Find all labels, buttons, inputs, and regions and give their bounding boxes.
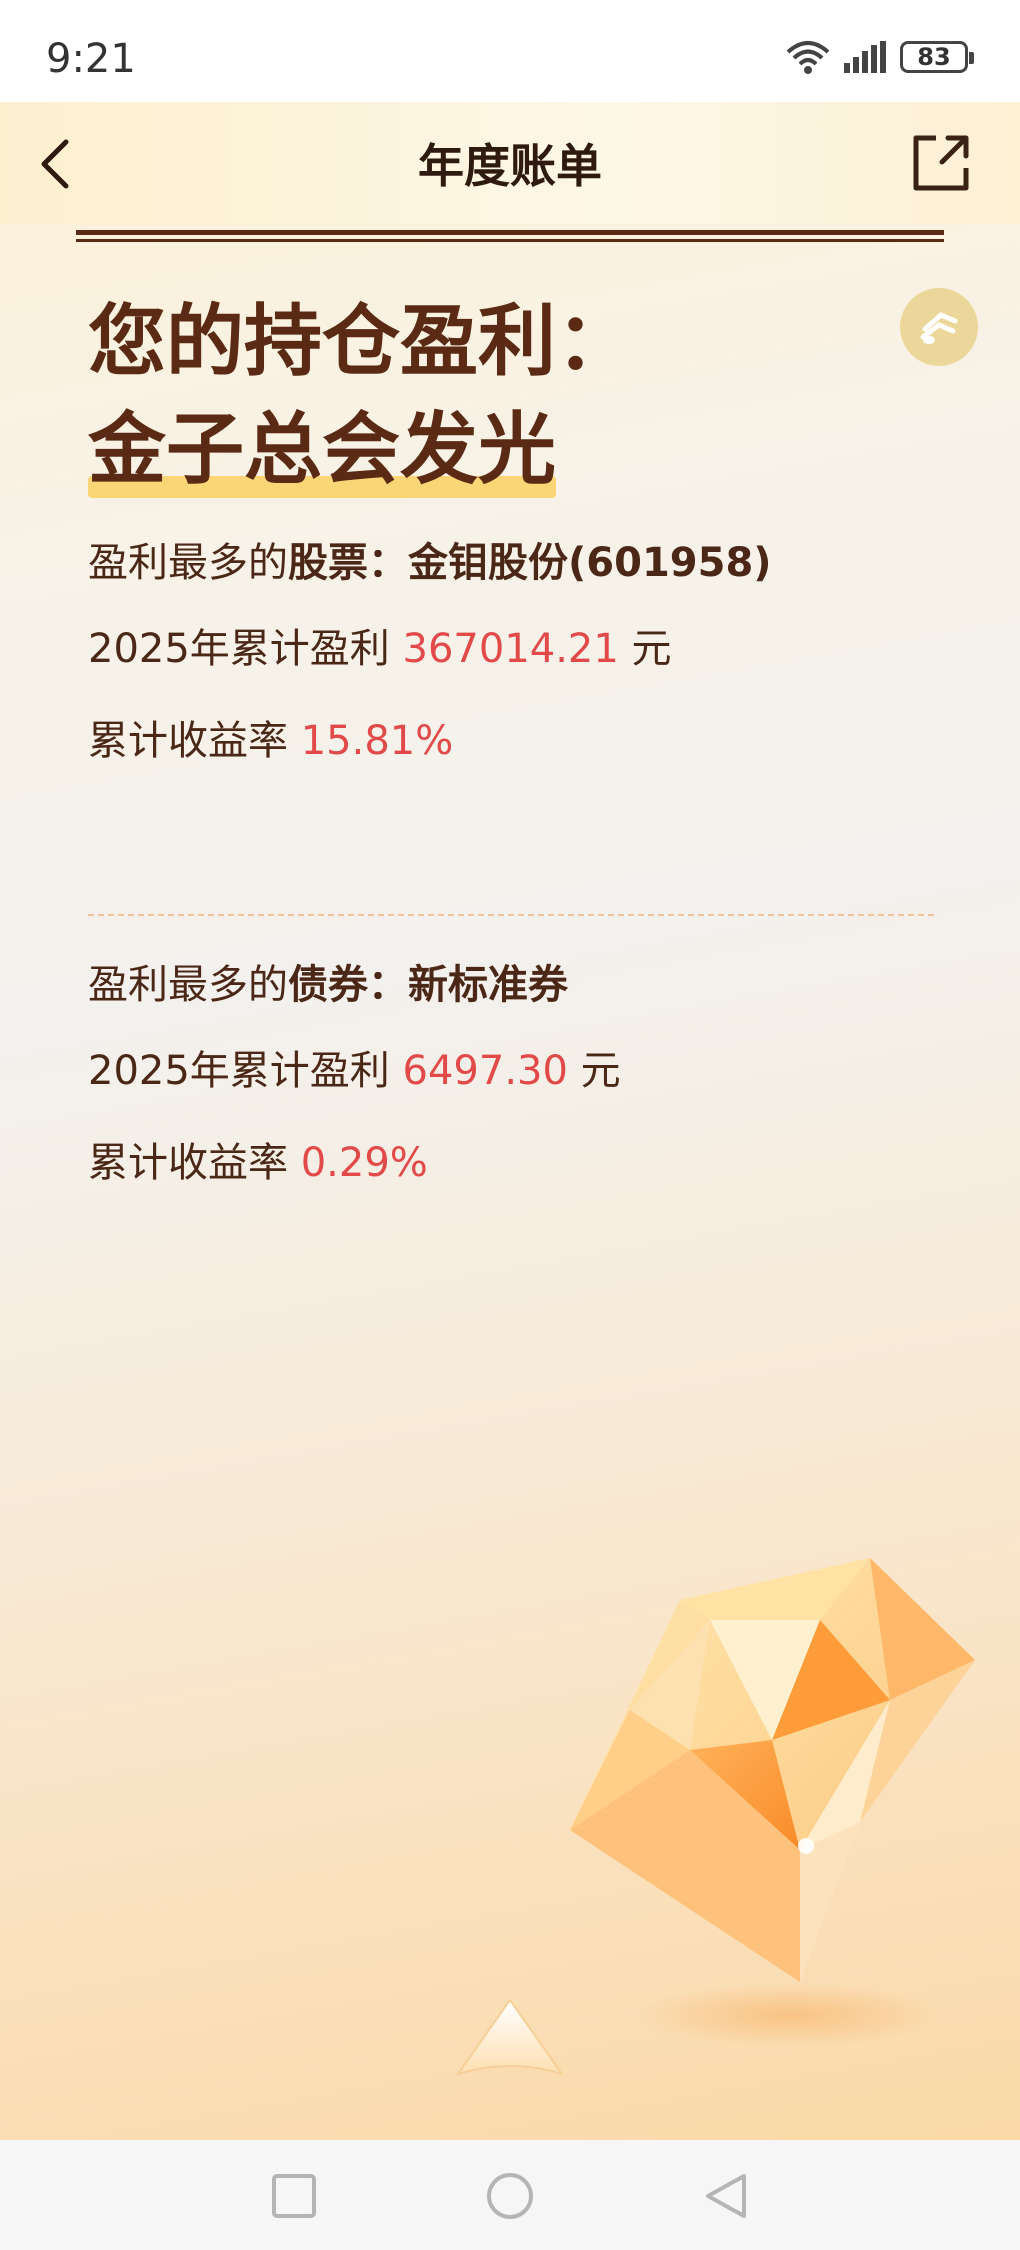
- stock-label-bold: 股票：: [288, 540, 408, 586]
- bond-profit: 2025年累计盈利 6497.30 元: [88, 1038, 621, 1096]
- stock-rate-value: 15.81%: [300, 718, 454, 764]
- headline: 您的持仓盈利： 金子总会发光: [88, 288, 634, 504]
- bond-rate-value: 0.29%: [300, 1140, 428, 1186]
- bond-label-bold: 债券：: [288, 962, 408, 1008]
- bond-rate: 累计收益率 0.29%: [88, 1130, 428, 1188]
- stock-title: 盈利最多的股票：金钼股份(601958): [88, 530, 772, 588]
- section-divider: [88, 914, 934, 916]
- battery-icon: 83: [900, 41, 974, 73]
- stock-profit-label: 2025年累计盈利: [88, 626, 390, 672]
- share-icon[interactable]: [910, 132, 972, 194]
- bond-rate-label: 累计收益率: [88, 1140, 288, 1186]
- annual-bill-page: 年度账单 您的持仓盈利： 金子总会发光 盈利最多的股票：金钼股份(601958)…: [0, 102, 1020, 2140]
- stock-rate: 累计收益率 15.81%: [88, 708, 453, 766]
- signal-icon: [844, 41, 886, 73]
- status-bar: 9:21 83: [0, 0, 1020, 102]
- bond-profit-label: 2025年累计盈利: [88, 1048, 390, 1094]
- swipe-up-arrow-icon[interactable]: [454, 1996, 566, 2088]
- stock-rate-label: 累计收益率: [88, 718, 288, 764]
- diamond-illustration: [570, 1558, 975, 2047]
- bond-profit-value: 6497.30: [402, 1048, 568, 1094]
- stock-name: 金钼股份(601958): [408, 540, 772, 586]
- music-note-icon[interactable]: [900, 288, 978, 366]
- bond-title: 盈利最多的债券：新标准券: [88, 952, 568, 1010]
- stock-profit: 2025年累计盈利 367014.21 元: [88, 616, 672, 674]
- bond-profit-unit: 元: [580, 1048, 621, 1094]
- stock-profit-unit: 元: [631, 626, 672, 672]
- bond-label-prefix: 盈利最多的: [88, 962, 288, 1008]
- square-icon[interactable]: [268, 2170, 320, 2222]
- stock-profit-value: 367014.21: [402, 626, 619, 672]
- system-nav-bar: [0, 2140, 1020, 2250]
- triangle-back-icon[interactable]: [700, 2170, 752, 2222]
- battery-level: 83: [917, 43, 951, 71]
- stock-label-prefix: 盈利最多的: [88, 540, 288, 586]
- headline-line1: 您的持仓盈利：: [88, 297, 635, 387]
- headline-line2-text: 金子总会发光: [88, 405, 557, 495]
- status-icons: 83: [786, 40, 974, 74]
- nav-bar: 年度账单: [0, 102, 1020, 224]
- wifi-icon: [786, 41, 830, 74]
- headline-line2: 金子总会发光: [88, 396, 557, 504]
- status-time: 9:21: [46, 36, 136, 82]
- bond-name: 新标准券: [408, 962, 568, 1008]
- page-title: 年度账单: [418, 139, 602, 193]
- title-rule: [76, 230, 944, 242]
- circle-icon[interactable]: [484, 2170, 536, 2222]
